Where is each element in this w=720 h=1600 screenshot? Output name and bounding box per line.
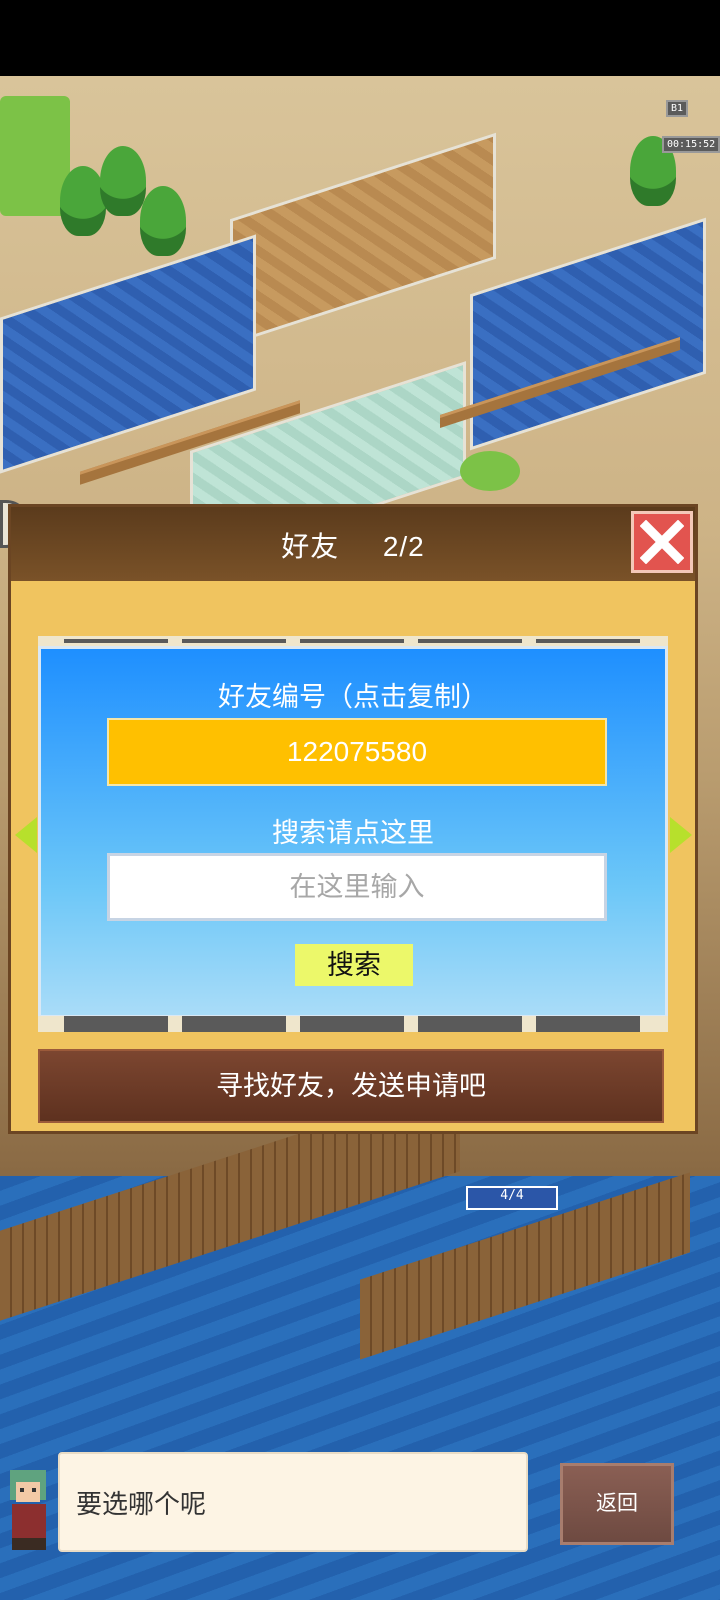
tab-strip-bottom (38, 1016, 668, 1032)
search-button[interactable]: 搜索 (295, 944, 413, 986)
tree (60, 166, 106, 236)
speech-bubble: 要选哪个呢 (58, 1452, 528, 1552)
back-button[interactable]: 返回 (560, 1463, 674, 1545)
tab-segment[interactable] (536, 1016, 640, 1032)
dialog-title-text: 好友 (281, 531, 340, 562)
tab-strip-top (38, 636, 668, 646)
room-capacity: 4/4 (466, 1186, 558, 1210)
dialog-title: 好友 2/2 (11, 525, 695, 565)
speech-text: 要选哪个呢 (76, 1489, 207, 1519)
floor-badge: B1 (666, 100, 689, 117)
friend-id-label: 好友编号（点击复制） (218, 682, 488, 712)
friend-panel: 好友编号（点击复制） 122075580 搜索请点这里 搜索 (38, 646, 668, 1018)
tab-segment[interactable] (182, 1016, 286, 1032)
tree (140, 186, 186, 256)
tab-segment[interactable] (182, 639, 286, 643)
tab-segment[interactable] (64, 1016, 168, 1032)
status-bar (0, 0, 720, 76)
inn-room (230, 132, 496, 346)
tab-segment[interactable] (300, 1016, 404, 1032)
character-avatar-icon (10, 1470, 46, 1550)
tab-segment[interactable] (300, 639, 404, 643)
inn-room (470, 217, 706, 451)
search-label: 搜索请点这里 (272, 818, 434, 848)
tree (100, 146, 146, 216)
close-icon (640, 520, 684, 564)
friend-count: 2/2 (382, 531, 425, 562)
find-friends-banner: 寻找好友，发送申请吧 (38, 1049, 664, 1123)
prev-page-arrow-icon[interactable] (15, 817, 37, 853)
friend-search-input[interactable] (107, 853, 607, 921)
friend-id-copy-button[interactable]: 122075580 (107, 718, 607, 786)
dialog-header: 好友 2/2 (11, 507, 695, 581)
tab-segment[interactable] (418, 639, 522, 643)
timer-badge: 00:15:52 (662, 136, 720, 153)
tab-segment[interactable] (536, 639, 640, 643)
tab-segment[interactable] (64, 639, 168, 643)
tab-segment[interactable] (418, 1016, 522, 1032)
character-avatar (0, 1456, 58, 1556)
next-page-arrow-icon[interactable] (670, 817, 692, 853)
bush (460, 451, 520, 491)
close-button[interactable] (631, 511, 693, 573)
